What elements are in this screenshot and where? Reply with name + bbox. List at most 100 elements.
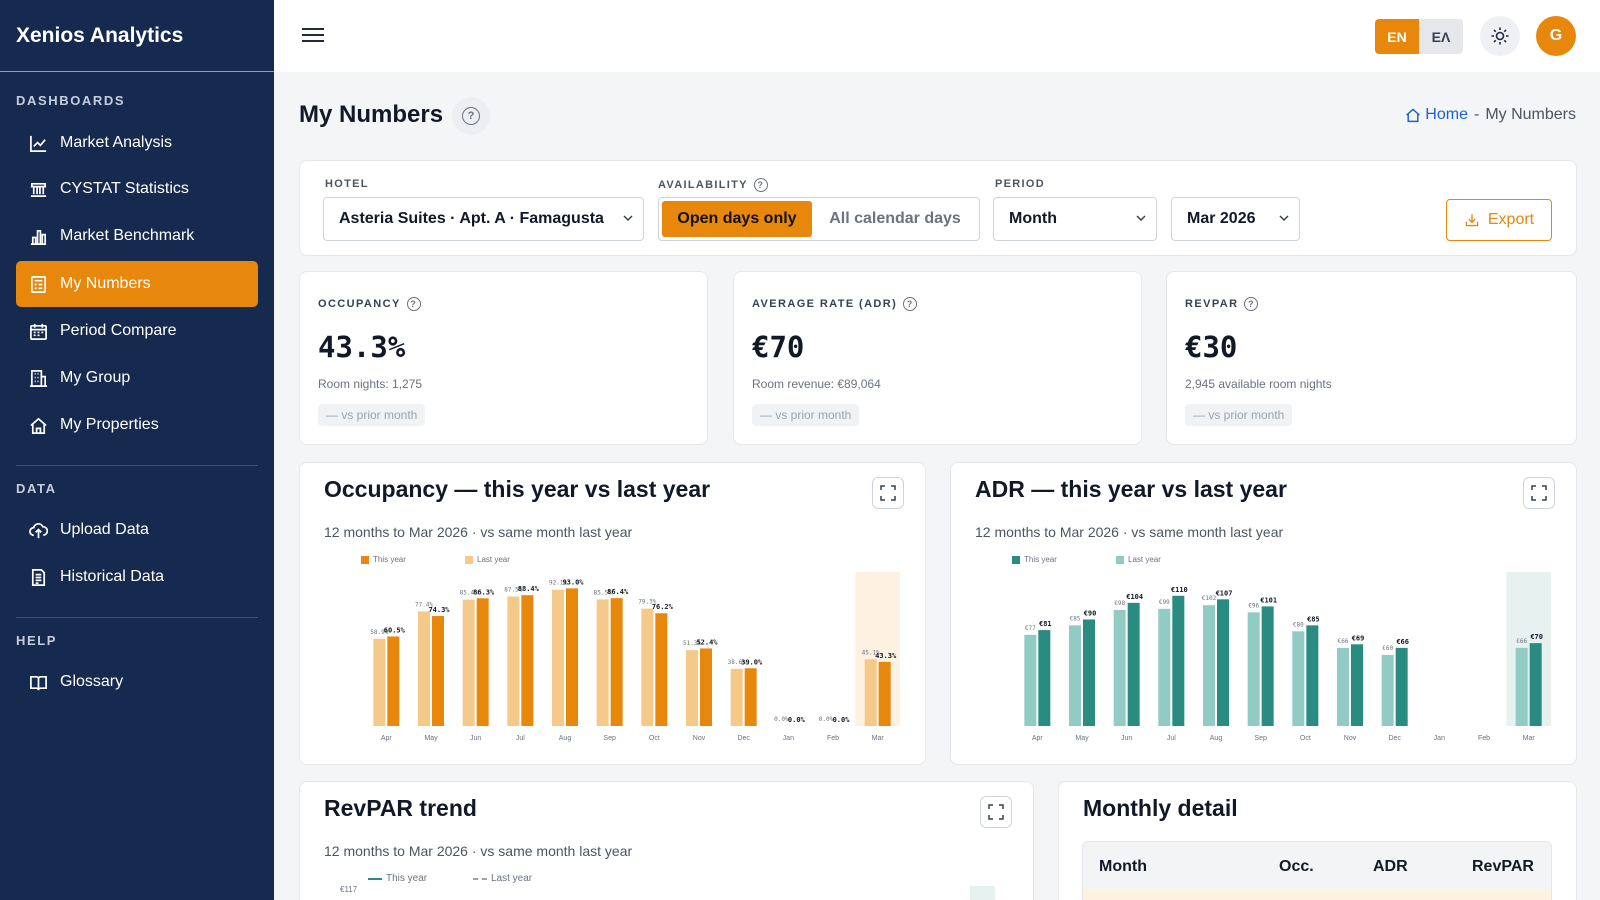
bar-last-year xyxy=(1337,647,1349,726)
sidebar-item-period-compare[interactable]: Period Compare xyxy=(16,308,258,354)
x-tick-label: Jan xyxy=(783,735,794,742)
y-tick-label: €117 xyxy=(340,885,358,894)
home-icon xyxy=(1406,108,1421,123)
x-tick-label: Apr xyxy=(381,735,393,742)
x-tick-label: Dec xyxy=(1388,735,1401,742)
question-icon[interactable]: ? xyxy=(903,297,918,311)
x-tick-label: Sep xyxy=(603,735,616,742)
chart-title: RevPAR trend xyxy=(324,795,477,821)
sidebar-item-market-benchmark[interactable]: Market Benchmark xyxy=(16,213,258,259)
theme-toggle-button[interactable] xyxy=(1480,16,1520,56)
bar-last-year xyxy=(1069,625,1081,726)
sidebar-item-label: Market Analysis xyxy=(60,134,173,151)
bar-last-year xyxy=(730,668,743,726)
kpi-value: 43.3% xyxy=(318,330,406,364)
bar-last-year xyxy=(1203,605,1215,726)
bar-last-year xyxy=(1024,634,1037,726)
bar-this-year xyxy=(700,648,712,726)
table-row[interactable] xyxy=(1083,890,1551,900)
highlight-band xyxy=(1506,572,1551,726)
kpi-label-text: OCCUPANCY xyxy=(318,297,401,310)
bar-this-year xyxy=(1395,647,1408,726)
question-icon[interactable]: ? xyxy=(753,178,768,192)
availability-open-days-button[interactable]: Open days only xyxy=(662,201,812,237)
bar-this-year xyxy=(744,668,757,726)
x-tick-label: Oct xyxy=(1300,735,1311,742)
data-label-this-year: 74.3% xyxy=(428,606,450,614)
bar-this-year xyxy=(1083,619,1095,726)
x-tick-label: Nov xyxy=(1344,735,1357,742)
column-header-adr[interactable]: ADR xyxy=(1373,858,1408,876)
column-header-revpar[interactable]: RevPAR xyxy=(1472,858,1534,876)
hotel-select[interactable]: Asteria Suites · Apt. A · Famagusta xyxy=(323,197,644,241)
sidebar-item-my-group[interactable]: My Group xyxy=(16,355,258,401)
fullscreen-button[interactable] xyxy=(980,796,1012,828)
bar-this-year xyxy=(1127,602,1140,726)
data-label-this-year: 86.4% xyxy=(607,588,629,596)
bar-this-year xyxy=(1529,643,1542,726)
period-month-value: Mar 2026 xyxy=(1187,210,1256,227)
x-tick-label: Aug xyxy=(1210,735,1223,742)
period-type-select[interactable]: Month xyxy=(993,197,1157,241)
x-tick-label: May xyxy=(424,735,438,742)
legend-this-year: This year xyxy=(368,873,427,884)
bar-last-year xyxy=(1381,654,1394,726)
bar-last-year xyxy=(1158,608,1171,726)
sidebar-item-label: Period Compare xyxy=(60,322,177,339)
column-header-occ[interactable]: Occ. xyxy=(1279,858,1314,876)
sidebar-item-glossary[interactable]: Glossary xyxy=(16,659,258,705)
x-tick-label: Jun xyxy=(470,735,481,742)
occupancy-chart: 58.9%60.5%Apr77.4%74.3%May85.4%86.3%Jun8… xyxy=(370,572,900,742)
breadcrumb: Home - My Numbers xyxy=(1405,106,1576,124)
kpi-label: REVPAR? xyxy=(1185,297,1259,311)
bar-this-year xyxy=(878,661,891,726)
sidebar-item-cystat-statistics[interactable]: CYSTAT Statistics xyxy=(16,166,258,212)
legend-last-year: Last year xyxy=(473,873,532,884)
x-tick-label: Sep xyxy=(1254,735,1267,742)
bar-last-year xyxy=(1113,609,1126,726)
period-type-value: Month xyxy=(1009,210,1057,227)
sidebar-item-my-numbers[interactable]: My Numbers xyxy=(16,261,258,307)
bar-last-year xyxy=(373,638,386,726)
language-en-button[interactable]: EN xyxy=(1375,19,1419,54)
avatar[interactable]: G xyxy=(1536,16,1576,56)
sidebar-item-label: Market Benchmark xyxy=(60,227,195,244)
breadcrumb-home-label: Home xyxy=(1425,106,1468,123)
cloud-upload-icon xyxy=(28,520,48,540)
language-el-button[interactable]: ΕΛ xyxy=(1419,19,1463,54)
breadcrumb-home-link[interactable]: Home xyxy=(1405,106,1468,124)
bar-chart-icon xyxy=(28,226,48,246)
report-icon xyxy=(28,274,48,294)
sidebar-item-upload-data[interactable]: Upload Data xyxy=(16,507,258,553)
x-tick-label: Feb xyxy=(1478,735,1490,742)
hotel-select-value: Asteria Suites · Apt. A · Famagusta xyxy=(339,210,604,227)
download-icon xyxy=(1465,214,1479,227)
data-label-last-year: €66 xyxy=(1516,638,1527,645)
sidebar-item-my-properties[interactable]: My Properties xyxy=(16,402,258,448)
building-icon xyxy=(28,368,48,388)
sidebar-item-label: My Group xyxy=(60,369,131,386)
page-help-button[interactable]: ? xyxy=(452,97,490,135)
data-label-this-year: €66 xyxy=(1396,638,1409,646)
availability-all-days-button[interactable]: All calendar days xyxy=(814,201,976,237)
sidebar-item-market-analysis[interactable]: Market Analysis xyxy=(16,120,258,166)
question-icon[interactable]: ? xyxy=(406,297,421,311)
line-chart-icon xyxy=(28,133,48,153)
sidebar-item-label: CYSTAT Statistics xyxy=(60,180,189,197)
export-button[interactable]: Export xyxy=(1446,199,1552,241)
sidebar-item-label: Historical Data xyxy=(60,568,165,585)
menu-toggle-icon[interactable] xyxy=(302,24,324,44)
data-label-last-year: €98 xyxy=(1114,600,1125,607)
hotel-label: HOTEL xyxy=(325,178,369,190)
question-icon[interactable]: ? xyxy=(1244,297,1259,311)
sidebar-item-historical-data[interactable]: Historical Data xyxy=(16,554,258,600)
period-month-select[interactable]: Mar 2026 xyxy=(1171,197,1300,241)
x-tick-label: Mar xyxy=(1523,735,1536,742)
bar-last-year xyxy=(552,589,564,726)
data-label-last-year: 0.0% xyxy=(819,716,834,723)
kpi-label: OCCUPANCY? xyxy=(318,297,421,311)
occupancy-chart-card: Occupancy — this year vs last year 12 mo… xyxy=(299,462,926,765)
bar-last-year xyxy=(596,599,609,726)
column-header-month[interactable]: Month xyxy=(1099,858,1147,876)
bar-this-year xyxy=(566,588,578,726)
